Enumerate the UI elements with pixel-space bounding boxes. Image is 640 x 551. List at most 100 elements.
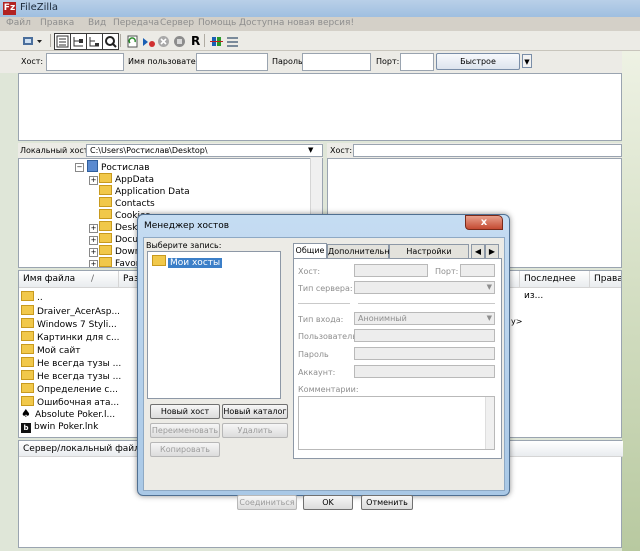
rename-button[interactable]: Переименовать: [150, 423, 220, 438]
username-input[interactable]: [196, 53, 268, 71]
column-header-permissions[interactable]: Права: [590, 271, 621, 288]
tree-expander[interactable]: +: [89, 248, 98, 257]
local-path-dropdown-icon[interactable]: ▼: [308, 146, 313, 154]
user-label: Пользователь:: [298, 332, 360, 341]
tree-expander[interactable]: +: [89, 260, 98, 267]
tree-item[interactable]: Docu: [99, 233, 138, 245]
disconnect-icon[interactable]: [171, 33, 188, 50]
menu-view[interactable]: Вид: [88, 18, 106, 28]
user-field[interactable]: [354, 329, 495, 342]
menu-new-version[interactable]: Доступна новая версия!: [239, 18, 354, 28]
divider: [358, 303, 495, 304]
folder-icon: [99, 209, 112, 219]
message-log[interactable]: [18, 73, 622, 141]
toggle-log-icon[interactable]: [54, 33, 71, 50]
connect-button[interactable]: Соединиться: [237, 495, 297, 510]
new-site-button[interactable]: Новый хост: [150, 404, 220, 419]
file-row[interactable]: Картинки для с...: [21, 331, 120, 344]
general-tab-panel: Хост: Порт: Тип сервера: ▼ Тип входа: Ан…: [293, 258, 502, 459]
tree-item[interactable]: Contacts: [99, 197, 155, 209]
tree-expander[interactable]: +: [89, 224, 98, 233]
tab-advanced[interactable]: Дополнительно: [327, 244, 394, 258]
tab-scroll-right-icon[interactable]: ▶: [485, 244, 499, 258]
site-manager-dialog: Менеджер хостов x Выберите запись: Мои х…: [137, 214, 510, 510]
file-row[interactable]: Не всегда тузы ...: [21, 357, 121, 370]
menu-file[interactable]: Файл: [6, 18, 31, 28]
site-tree[interactable]: Мои хосты: [147, 251, 281, 399]
port-input[interactable]: [400, 53, 434, 71]
logon-type-select[interactable]: Анонимный ▼: [354, 312, 495, 325]
tree-expander[interactable]: +: [89, 176, 98, 185]
divider: [298, 303, 350, 304]
menu-help[interactable]: Помощь: [198, 18, 236, 28]
cancel-icon[interactable]: [155, 33, 172, 50]
file-row[interactable]: Не всегда тузы ...: [21, 370, 121, 383]
local-path-input[interactable]: C:\Users\Ростислав\Desktop\: [86, 144, 323, 157]
tab-transfer-settings[interactable]: Настройки передачи: [389, 244, 469, 269]
host-field[interactable]: [354, 264, 428, 277]
file-row[interactable]: b bwin Poker.lnk: [21, 422, 98, 435]
tree-item[interactable]: Favori: [99, 257, 142, 267]
host-input[interactable]: [46, 53, 124, 71]
password-field[interactable]: [354, 347, 495, 360]
column-header-filename[interactable]: Имя файла /: [19, 271, 119, 288]
tree-item[interactable]: AppData: [99, 173, 154, 185]
remote-path-input[interactable]: [353, 144, 622, 157]
file-row[interactable]: ..: [21, 291, 43, 304]
new-folder-button[interactable]: Новый каталог: [222, 404, 288, 419]
quickconnect-dropdown-icon[interactable]: ▼: [522, 54, 532, 68]
file-row[interactable]: Мой сайт: [21, 344, 81, 357]
toggle-queue-icon[interactable]: [102, 33, 119, 50]
site-manager-icon[interactable]: [20, 33, 46, 50]
title-bar: [0, 0, 640, 17]
tree-expander[interactable]: +: [89, 236, 98, 245]
folder-icon: [99, 185, 112, 195]
menu-server[interactable]: Сервер: [160, 18, 194, 28]
compare-icon[interactable]: [208, 33, 225, 50]
site-tree-root[interactable]: Мои хосты: [152, 255, 223, 268]
tree-item[interactable]: Application Data: [99, 185, 190, 197]
port-field-label: Порт:: [435, 267, 459, 276]
server-type-select[interactable]: ▼: [354, 281, 495, 294]
toggle-local-tree-icon[interactable]: [70, 33, 87, 50]
quickconnect-bar: Хост: Имя пользователя Пароль Порт: Быст…: [0, 51, 640, 81]
tree-expander[interactable]: −: [75, 163, 84, 172]
cancel-button[interactable]: Отменить: [361, 495, 413, 510]
account-field[interactable]: [354, 365, 495, 378]
toggle-remote-tree-icon[interactable]: [86, 33, 103, 50]
quickconnect-button[interactable]: Быстрое соединение: [436, 53, 520, 81]
close-icon[interactable]: x: [465, 215, 503, 230]
file-row[interactable]: Определение с...: [21, 383, 118, 396]
tree-item[interactable]: Ростислав: [87, 160, 150, 173]
select-entry-label: Выберите запись:: [146, 241, 222, 250]
comments-scrollbar[interactable]: [485, 397, 494, 449]
port-label: Порт:: [376, 57, 400, 66]
folder-icon: [99, 233, 112, 243]
server-type-label: Тип сервера:: [298, 284, 353, 293]
refresh-icon[interactable]: [124, 33, 141, 50]
file-row[interactable]: Windows 7 Styli...: [21, 318, 117, 331]
menu-edit[interactable]: Правка: [40, 18, 74, 28]
folder-icon: [21, 291, 34, 301]
ok-button[interactable]: OK: [303, 495, 353, 510]
copy-button[interactable]: Копировать: [150, 442, 220, 457]
tree-item[interactable]: Deskt: [99, 221, 141, 233]
tab-general[interactable]: Общие: [293, 243, 327, 259]
logon-type-label: Тип входа:: [298, 315, 344, 324]
tab-scroll-left-icon[interactable]: ◀: [471, 244, 485, 258]
reconnect-icon[interactable]: R: [187, 33, 204, 50]
host-field-label: Хост:: [298, 267, 321, 276]
menu-transfer[interactable]: Передача: [113, 18, 159, 28]
window-title: FileZilla: [20, 2, 59, 13]
folder-icon: [21, 370, 34, 380]
password-input[interactable]: [302, 53, 371, 71]
delete-button[interactable]: Удалить: [222, 423, 288, 438]
file-row[interactable]: Ошибочная ата...: [21, 396, 119, 409]
column-header-last-modified[interactable]: Последнее из...: [520, 271, 590, 301]
comments-textarea[interactable]: [298, 396, 495, 450]
file-row[interactable]: ♠ Absolute Poker.l...: [21, 408, 115, 422]
dialog-body: Выберите запись: Мои хосты Новый хост Но…: [143, 237, 505, 510]
file-row[interactable]: Draiver_AcerAsp...: [21, 305, 120, 318]
port-field[interactable]: [460, 264, 495, 277]
sync-browse-icon[interactable]: [224, 33, 241, 50]
